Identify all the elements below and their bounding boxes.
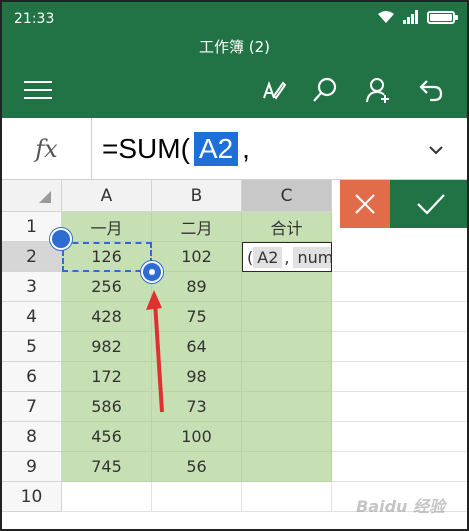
cell-c10[interactable]: [242, 482, 332, 512]
battery-icon: [427, 10, 458, 24]
cell-c5[interactable]: [242, 332, 332, 362]
cell-a6[interactable]: 172: [62, 362, 152, 392]
add-person-icon[interactable]: [362, 74, 394, 106]
select-all-triangle-icon: [39, 191, 51, 203]
status-time: 21:33: [14, 11, 55, 27]
cell-c6[interactable]: [242, 362, 332, 392]
cell-d7[interactable]: [332, 392, 467, 422]
column-header-c[interactable]: C: [242, 180, 332, 212]
cell-b10[interactable]: [152, 482, 242, 512]
cell-a4[interactable]: 428: [62, 302, 152, 332]
cell-a9[interactable]: 745: [62, 452, 152, 482]
cell-a7[interactable]: 586: [62, 392, 152, 422]
check-icon: [416, 194, 445, 215]
row-header-10[interactable]: 10: [2, 482, 62, 512]
confirm-button[interactable]: [390, 180, 467, 228]
cell-c9[interactable]: [242, 452, 332, 482]
signal-icon: [403, 10, 419, 24]
cell-c3[interactable]: [242, 272, 332, 302]
close-icon: [355, 194, 375, 214]
pen-draw-icon[interactable]: [257, 74, 289, 106]
formula-input[interactable]: =SUM( A2 ,: [102, 129, 250, 169]
chevron-down-icon[interactable]: [429, 140, 443, 159]
cell-d2[interactable]: [332, 242, 467, 272]
formula-text-end: ,: [242, 133, 250, 164]
cell-c1[interactable]: 合计: [242, 212, 332, 242]
cell-d6[interactable]: [332, 362, 467, 392]
column-header-a[interactable]: A: [62, 180, 152, 212]
search-icon[interactable]: [309, 74, 341, 106]
cancel-button[interactable]: [340, 180, 390, 228]
formula-ref-token[interactable]: A2: [193, 132, 239, 166]
row-header-8[interactable]: 8: [2, 422, 62, 452]
cell-a3[interactable]: 256: [62, 272, 152, 302]
formula-bar: fx =SUM( A2 ,: [2, 118, 467, 180]
row-header-3[interactable]: 3: [2, 272, 62, 302]
wifi-icon: [377, 10, 395, 24]
cell-b9[interactable]: 56: [152, 452, 242, 482]
range-selection: [62, 242, 152, 272]
status-icons: [377, 10, 458, 24]
edit-argument-hint: num: [293, 246, 331, 268]
status-bar: 21:33: [2, 2, 467, 36]
select-all-corner[interactable]: [2, 180, 62, 212]
app-window: 21:33 工作簿 (2) fx =SUM(A2 , A B C 1 2 3 …: [0, 0, 469, 531]
cell-d9[interactable]: [332, 452, 467, 482]
row-header-6[interactable]: 6: [2, 362, 62, 392]
cell-d5[interactable]: [332, 332, 467, 362]
cell-a10[interactable]: [62, 482, 152, 512]
row-header-7[interactable]: 7: [2, 392, 62, 422]
cell-a5[interactable]: 982: [62, 332, 152, 362]
row-header-4[interactable]: 4: [2, 302, 62, 332]
cell-b1[interactable]: 二月: [152, 212, 242, 242]
selection-handle-top-left[interactable]: [50, 228, 72, 250]
cell-c8[interactable]: [242, 422, 332, 452]
edit-separator: ,: [284, 247, 290, 267]
cell-a1[interactable]: 一月: [62, 212, 152, 242]
annotation-arrow-icon: [146, 290, 164, 413]
row-header-5[interactable]: 5: [2, 332, 62, 362]
cell-b8[interactable]: 100: [152, 422, 242, 452]
hamburger-menu-icon[interactable]: [22, 74, 54, 106]
spreadsheet-grid[interactable]: A B C 1 2 3 4 5 6 7 8 9 10 一月 二月 合计 126 …: [2, 180, 467, 529]
selection-handle-bottom-right[interactable]: [141, 261, 163, 283]
watermark: Baidu 经验: [356, 497, 445, 516]
toolbar: [2, 62, 467, 118]
column-header-b[interactable]: B: [152, 180, 242, 212]
row-header-9[interactable]: 9: [2, 452, 62, 482]
cell-c2-editing[interactable]: ( A2 , num: [242, 242, 332, 272]
fx-button[interactable]: fx: [2, 118, 92, 180]
cell-b2[interactable]: 102: [152, 242, 242, 272]
cell-d4[interactable]: [332, 302, 467, 332]
undo-icon[interactable]: [415, 74, 447, 106]
workbook-title: 工作簿 (2): [2, 36, 467, 62]
formula-text-start: =SUM(: [102, 133, 190, 164]
cell-a8[interactable]: 456: [62, 422, 152, 452]
cell-d8[interactable]: [332, 422, 467, 452]
edit-ref-token[interactable]: A2: [253, 246, 283, 268]
cell-c4[interactable]: [242, 302, 332, 332]
cell-c7[interactable]: [242, 392, 332, 422]
cell-d3[interactable]: [332, 272, 467, 302]
